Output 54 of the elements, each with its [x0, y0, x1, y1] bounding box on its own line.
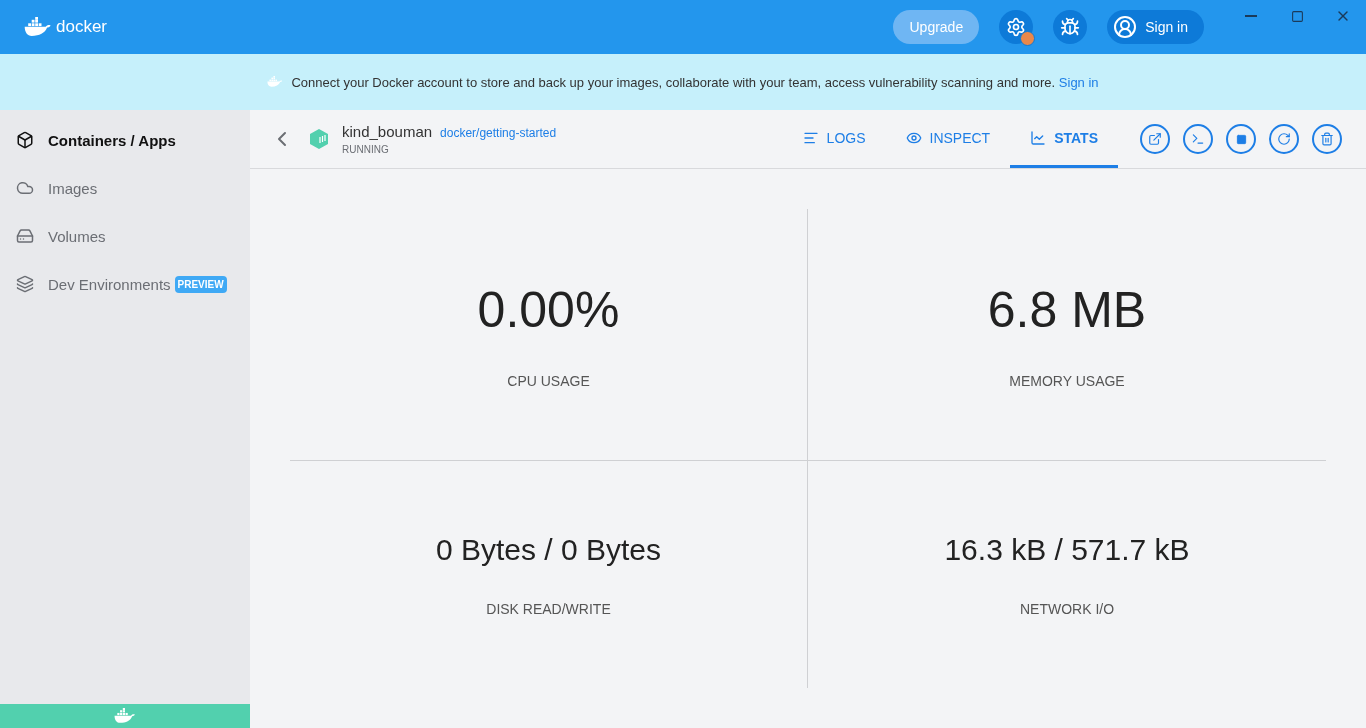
- nav-label: Images: [48, 179, 98, 197]
- gear-icon: [1006, 17, 1027, 37]
- user-icon: [1113, 15, 1138, 39]
- tab[interactable]: INSPECT: [885, 110, 1011, 168]
- upgrade-button[interactable]: Upgrade: [893, 10, 980, 44]
- whale-logo-icon: [24, 17, 52, 37]
- stat-value: 6.8 MB: [987, 280, 1147, 339]
- whale-icon: [267, 76, 284, 88]
- terminal-button[interactable]: [1183, 124, 1213, 154]
- preview-badge: PREVIEW: [174, 275, 227, 293]
- nav-icon: [16, 275, 34, 293]
- nav-label: Dev Environments: [48, 275, 171, 293]
- stat-value: 16.3 kB / 571.7 kB: [944, 532, 1190, 567]
- terminal-icon: [1191, 132, 1205, 146]
- stats-tab-icon: [1030, 129, 1047, 146]
- nav-icon: [16, 227, 34, 245]
- stop-button[interactable]: [1226, 124, 1256, 154]
- stat-label: NETWORK I/O: [1019, 600, 1115, 617]
- tab[interactable]: STATS: [1010, 110, 1118, 168]
- tab[interactable]: LOGS: [782, 110, 886, 168]
- restart-button[interactable]: [1269, 124, 1299, 154]
- sidebar-item[interactable]: Containers / Apps: [0, 116, 250, 164]
- trash-icon: [1320, 132, 1334, 146]
- sidebar-item[interactable]: Volumes: [0, 212, 250, 260]
- sidebar-item[interactable]: Dev Environments PREVIEW: [0, 260, 250, 308]
- minimize-icon: [1245, 15, 1257, 17]
- stop-icon: [1235, 133, 1247, 145]
- banner-message: Connect your Docker account to store and back up your images, collaborate with your team, access vulnerability scanning and more. Sign in: [291, 74, 1099, 90]
- container-name: kind_bouman: [342, 123, 433, 140]
- stat-value: 0 Bytes / 0 Bytes: [435, 532, 662, 567]
- nav-icon: [16, 131, 34, 149]
- delete-button[interactable]: [1312, 124, 1342, 154]
- stat-label: MEMORY USAGE: [1009, 372, 1125, 389]
- sidebar-item[interactable]: Images: [0, 164, 250, 212]
- nav-icon: [16, 179, 34, 197]
- container-status: RUNNING: [342, 144, 390, 155]
- nav-label: Volumes: [48, 227, 106, 245]
- stat-value: 0.00%: [477, 280, 620, 339]
- nav-label: Containers / Apps: [48, 131, 176, 149]
- settings-button[interactable]: [999, 10, 1034, 44]
- open-browser-button[interactable]: [1140, 124, 1170, 154]
- bug-button[interactable]: [1053, 10, 1088, 44]
- stat-label: CPU USAGE: [507, 372, 590, 389]
- maximize-icon: [1290, 9, 1304, 23]
- sign-in-link[interactable]: Sign in: [1058, 74, 1099, 90]
- external-link-icon: [1148, 132, 1162, 146]
- sign-in-button[interactable]: Sign in: [1107, 10, 1204, 44]
- image-link[interactable]: docker/getting-started: [440, 126, 557, 140]
- bug-icon: [1060, 17, 1081, 37]
- stat-label: DISK READ/WRITE: [486, 600, 611, 617]
- restart-icon: [1277, 132, 1291, 146]
- app-logo-text: docker: [56, 17, 108, 37]
- whale-icon: [114, 708, 136, 724]
- container-icon: [308, 128, 330, 150]
